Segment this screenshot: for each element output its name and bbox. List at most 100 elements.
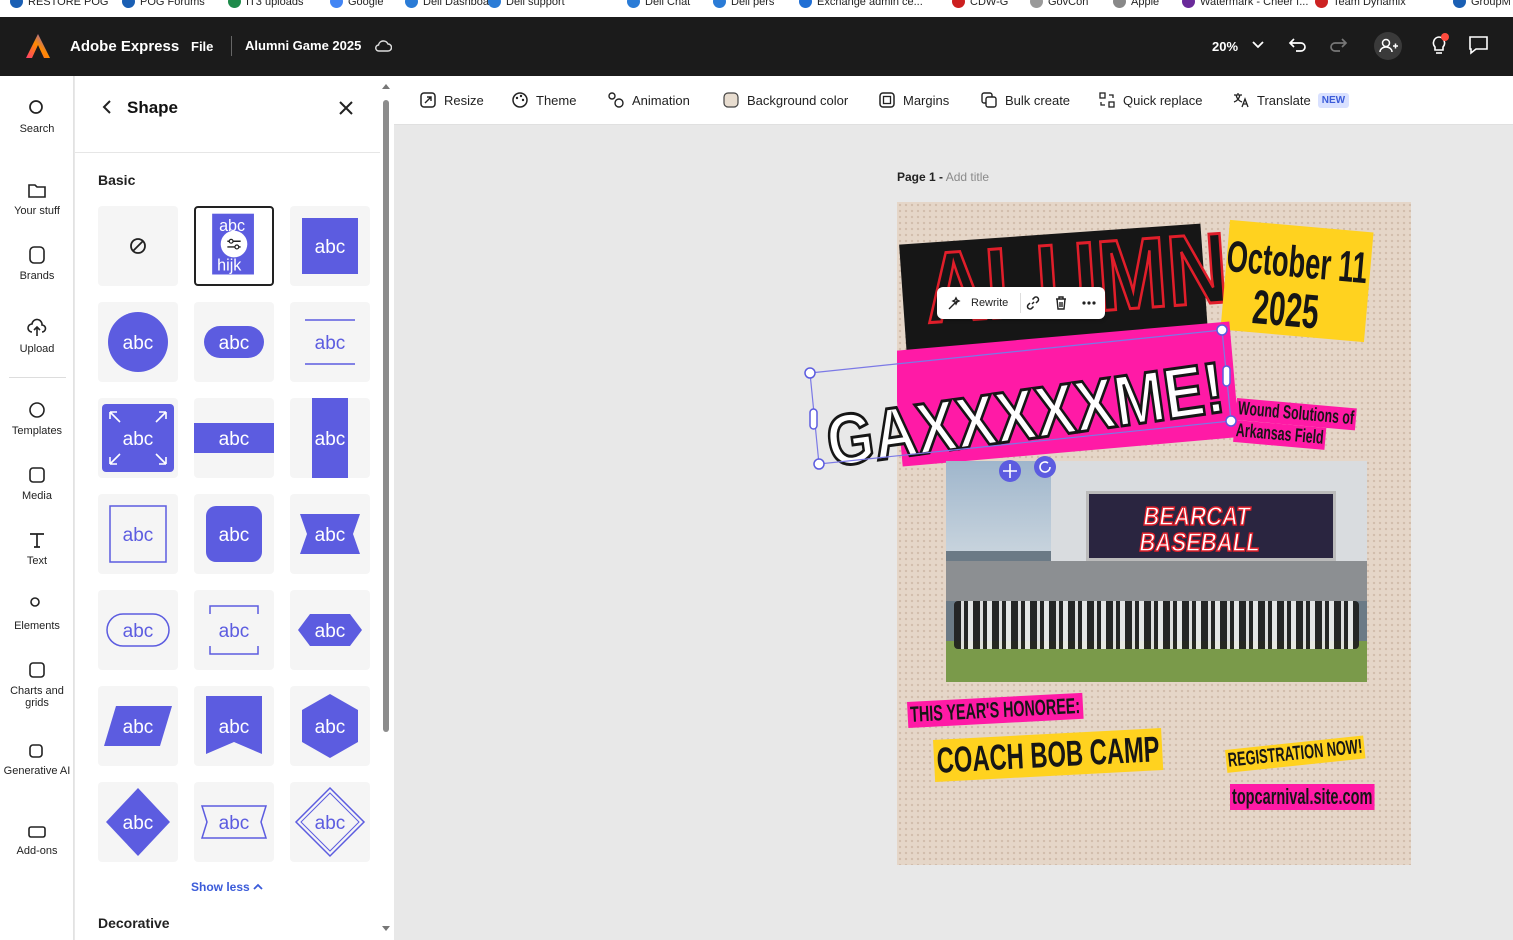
- diamond-shape[interactable]: abc: [98, 782, 178, 862]
- comments-icon[interactable]: [1468, 35, 1490, 55]
- resize-icon: [420, 92, 436, 108]
- shape-preview: abc: [194, 423, 274, 453]
- chevron-left-icon[interactable]: [100, 98, 114, 116]
- bookmark-item[interactable]: GovCon: [1030, 0, 1088, 8]
- redo-icon[interactable]: [1328, 35, 1348, 55]
- rail-item-search[interactable]: Search: [0, 98, 74, 135]
- text-icon: [30, 533, 44, 548]
- toolbar-theme[interactable]: Theme: [511, 91, 576, 109]
- resize-handle-top-left[interactable]: [804, 367, 816, 379]
- rail-item-generative-ai[interactable]: Generative AI: [0, 740, 74, 777]
- rail-item-charts[interactable]: Charts and grids: [0, 660, 74, 709]
- rail-item-add-ons[interactable]: Add-ons: [0, 820, 74, 857]
- folder-icon: [28, 184, 46, 198]
- bookmark-item[interactable]: IT3 uploads: [228, 0, 303, 8]
- rail-item-templates[interactable]: Templates: [0, 400, 74, 437]
- rewrite-button[interactable]: Rewrite: [971, 297, 1008, 309]
- bookmark-item[interactable]: Dell support: [488, 0, 565, 8]
- bookmark-item[interactable]: POG Forums: [122, 0, 205, 8]
- bookmark-item[interactable]: Dell Chat: [627, 0, 690, 8]
- page-title-input[interactable]: Add title: [946, 170, 989, 184]
- close-icon[interactable]: [337, 99, 355, 117]
- toolbar-translate[interactable]: Translate NEW: [1232, 91, 1350, 109]
- rail-item-text[interactable]: Text: [0, 530, 74, 567]
- photo-stands: [946, 561, 1367, 601]
- square-shape[interactable]: abc: [290, 206, 370, 286]
- lines-shape[interactable]: abc: [290, 302, 370, 382]
- toolbar-label: Resize: [444, 92, 484, 108]
- bookmark-item[interactable]: Exchange admin ce...: [799, 0, 923, 8]
- circle-shape[interactable]: abc: [98, 302, 178, 382]
- link-icon[interactable]: [1025, 295, 1041, 311]
- show-less-button[interactable]: Show less: [191, 880, 263, 894]
- rail-item-brand[interactable]: B Brands: [0, 245, 74, 282]
- pill-shape[interactable]: abc: [194, 302, 274, 382]
- registration-url[interactable]: topcarnival.site.com: [1230, 784, 1375, 810]
- outline-pill-shape[interactable]: abc: [98, 590, 178, 670]
- bookmark-item[interactable]: Dell pers: [713, 0, 774, 8]
- adobe-express-logo[interactable]: [24, 32, 52, 60]
- ribbon-shape[interactable]: abc: [290, 494, 370, 574]
- document-title[interactable]: Alumni Game 2025: [245, 38, 361, 53]
- invite-user-icon[interactable]: [1373, 31, 1403, 61]
- tall-rectangle-shape[interactable]: abc: [290, 398, 370, 478]
- resize-handle-left[interactable]: [809, 408, 818, 430]
- bookmark-item[interactable]: CDW-G: [952, 0, 1008, 8]
- cloud-sync-icon[interactable]: [374, 38, 392, 54]
- outline-square-shape[interactable]: abc: [98, 494, 178, 574]
- more-options-icon[interactable]: [1081, 295, 1097, 311]
- bookmark-favicon-icon: [405, 0, 418, 8]
- bookmark-item[interactable]: Watermark - Cheer f...: [1182, 0, 1308, 8]
- panel-scrollbar[interactable]: [380, 82, 392, 934]
- text-background-shape[interactable]: abc hijk: [194, 206, 274, 286]
- panel-title: Shape: [127, 98, 179, 117]
- lightbulb-icon[interactable]: [1428, 32, 1450, 58]
- toolbar-bulk-create[interactable]: Bulk create: [980, 91, 1070, 109]
- bracket-shape[interactable]: abc: [194, 590, 274, 670]
- banner-shape[interactable]: abc: [194, 686, 274, 766]
- none-shape[interactable]: [98, 206, 178, 286]
- hexagon-shape[interactable]: abc: [290, 686, 370, 766]
- delete-icon[interactable]: [1053, 295, 1069, 311]
- bookmark-item[interactable]: RESTORE POG: [10, 0, 108, 8]
- outline-diamond-shape[interactable]: abc: [290, 782, 370, 862]
- bookmark-item[interactable]: Team Dynamix: [1315, 0, 1406, 8]
- wide-rectangle-shape[interactable]: abc: [194, 398, 274, 478]
- rail-item-media[interactable]: Media: [0, 465, 74, 502]
- date-line-2[interactable]: 2025: [1250, 280, 1321, 341]
- rail-item-elements[interactable]: Elements: [0, 595, 74, 632]
- zoom-level[interactable]: 20%: [1212, 39, 1238, 54]
- bookmark-item[interactable]: Apple: [1113, 0, 1159, 8]
- toolbar-resize[interactable]: Resize: [419, 91, 484, 109]
- rail-item-folder[interactable]: Your stuff: [0, 180, 74, 217]
- scroll-up-arrow[interactable]: [381, 82, 391, 90]
- toolbar-label: Background color: [747, 92, 849, 108]
- outline-ribbon-shape[interactable]: abc: [194, 782, 274, 862]
- toolbar-background-color[interactable]: Background color: [722, 91, 848, 109]
- resize-handle-bottom-left[interactable]: [813, 458, 825, 470]
- toolbar-quick-replace[interactable]: Quick replace: [1098, 91, 1202, 109]
- shape-preview: abc: [106, 613, 170, 647]
- expand-square-shape[interactable]: abc: [98, 398, 178, 478]
- file-menu[interactable]: File: [191, 39, 213, 54]
- rounded-square-shape[interactable]: abc: [194, 494, 274, 574]
- hexagon-wide-shape[interactable]: abc: [290, 590, 370, 670]
- shape-preview: abc: [109, 505, 167, 563]
- undo-icon[interactable]: [1288, 35, 1308, 55]
- parallelogram-shape[interactable]: abc: [98, 686, 178, 766]
- shape-preview: abc: [302, 694, 358, 758]
- svg-text:abc: abc: [123, 813, 154, 834]
- shape-preview: abc: [200, 805, 268, 839]
- rail-item-upload[interactable]: Upload: [0, 318, 74, 355]
- svg-text:hijk: hijk: [217, 257, 242, 275]
- chevron-down-icon[interactable]: [1252, 40, 1264, 50]
- toolbar-margins[interactable]: Margins: [878, 91, 949, 109]
- scrollbar-thumb[interactable]: [383, 100, 389, 732]
- toolbar-animation[interactable]: Animation: [607, 91, 690, 109]
- scroll-down-arrow[interactable]: [381, 925, 391, 933]
- bookmark-item[interactable]: Dell Dashboard: [405, 0, 499, 8]
- bookmark-item[interactable]: GroupM: [1453, 0, 1511, 8]
- bookmark-item[interactable]: Google: [330, 0, 383, 8]
- add-ons-icon: [28, 826, 46, 838]
- team-photo[interactable]: BEARCAT BASEBALL: [946, 461, 1367, 682]
